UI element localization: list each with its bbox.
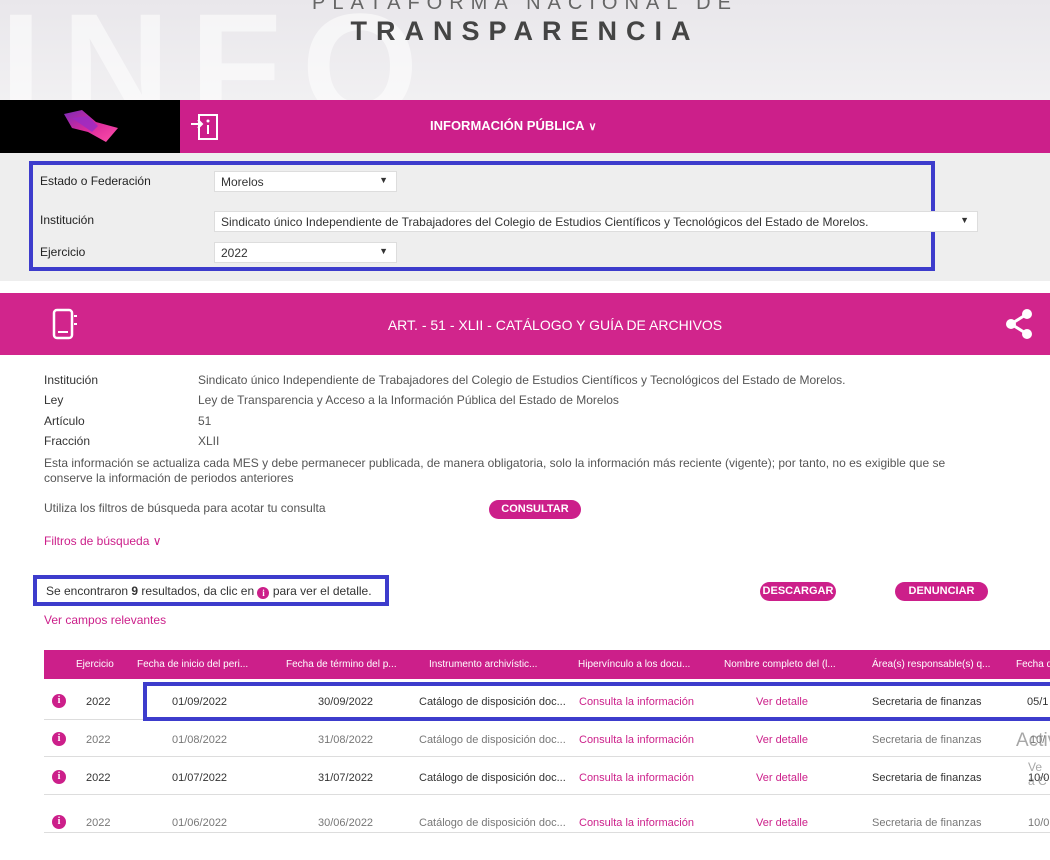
column-header-area[interactable]: Área(s) responsable(s) q...	[872, 659, 990, 670]
column-header-instrumento[interactable]: Instrumento archivístic...	[429, 659, 537, 670]
consultar-button[interactable]: CONSULTAR	[489, 500, 581, 519]
top-navbar: INFORMACIÓN PÚBLICA ∨	[0, 100, 1050, 153]
institucion-select[interactable]: Sindicato único Independiente de Trabaja…	[214, 211, 978, 232]
institucion-label: Institución	[40, 213, 95, 227]
activation-watermark-subtext: Ve a C	[1028, 760, 1047, 788]
cell-ver-detalle-link[interactable]: Ver detalle	[756, 817, 808, 829]
results-prefix: Se encontraron	[46, 584, 132, 598]
update-notice: Esta información se actualiza cada MES y…	[44, 456, 946, 485]
denunciar-button[interactable]: DENUNCIAR	[895, 582, 988, 601]
cell-fecha-inicio: 01/07/2022	[172, 772, 228, 784]
cell-instrumento: Catálogo de disposición doc...	[419, 817, 566, 829]
detail-institucion-value: Sindicato único Independiente de Trabaja…	[198, 373, 846, 387]
results-suffix: para ver el detalle.	[269, 584, 372, 598]
cell-area: Secretaria de finanzas	[872, 817, 982, 829]
activation-watermark: Activ	[1016, 730, 1050, 751]
ejercicio-label: Ejercicio	[40, 245, 86, 259]
estado-select[interactable]: Morelos ▼	[214, 171, 397, 192]
cell-hipervinculo-link[interactable]: Consulta la información	[579, 817, 694, 829]
cell-ejercicio: 2022	[86, 772, 111, 784]
detail-articulo-key: Artículo	[44, 414, 85, 428]
column-header-nombre[interactable]: Nombre completo del (l...	[724, 659, 836, 670]
platform-logo[interactable]	[0, 100, 180, 153]
institucion-value: Sindicato único Independiente de Trabaja…	[221, 215, 869, 229]
detail-articulo-value: 51	[198, 414, 212, 428]
info-icon: i	[257, 587, 270, 599]
column-header-fecha-termino[interactable]: Fecha de término del p...	[286, 659, 397, 670]
cell-area: Secretaria de finanzas	[872, 772, 982, 784]
cell-fecha: 10/0	[1028, 817, 1050, 829]
cell-ejercicio: 2022	[86, 817, 111, 829]
share-icon[interactable]	[1004, 308, 1034, 340]
detail-ley-key: Ley	[44, 393, 64, 407]
cell-ver-detalle-link[interactable]: Ver detalle	[756, 734, 808, 746]
menu-label: INFORMACIÓN PÚBLICA	[430, 118, 585, 133]
dropdown-arrow-icon: ▼	[379, 175, 388, 185]
estado-label: Estado o Federación	[40, 174, 151, 188]
estado-value: Morelos	[221, 175, 264, 189]
cell-area: Secretaria de finanzas	[872, 734, 982, 746]
cell-instrumento: Catálogo de disposición doc...	[419, 734, 566, 746]
cell-instrumento: Catálogo de disposición doc...	[419, 772, 566, 784]
ejercicio-select[interactable]: 2022 ▼	[214, 242, 397, 263]
info-icon[interactable]: i	[52, 770, 66, 784]
hero-banner: INFO PLATAFORMA NACIONAL DE TRANSPARENCI…	[0, 0, 1050, 100]
cell-hipervinculo-link[interactable]: Consulta la información	[579, 772, 694, 784]
detail-ley-value: Ley de Transparencia y Acceso a la Infor…	[198, 393, 619, 407]
info-icon[interactable]: i	[52, 815, 66, 829]
detail-institucion-key: Institución	[44, 373, 99, 387]
detail-fraccion-value: XLII	[198, 434, 220, 448]
hero-background-text: INFO	[0, 0, 439, 100]
hero-subtitle: PLATAFORMA NACIONAL DE	[312, 0, 738, 14]
info-icon[interactable]: i	[52, 732, 66, 746]
menu-informacion-publica[interactable]: INFORMACIÓN PÚBLICA ∨	[430, 118, 597, 133]
filtros-label: Filtros de búsqueda	[44, 534, 150, 548]
filtros-busqueda-link[interactable]: Filtros de búsqueda ∨	[44, 534, 162, 548]
section-title: ART. - 51 - XLII - CATÁLOGO Y GUÍA DE AR…	[387, 317, 723, 333]
cell-fecha-termino: 30/06/2022	[318, 817, 374, 829]
chevron-down-icon: ∨	[588, 121, 597, 133]
hero-title: TRANSPARENCIA	[350, 16, 700, 46]
column-header-fecha[interactable]: Fecha d	[1016, 659, 1050, 670]
search-hint: Utiliza los filtros de búsqueda para aco…	[44, 501, 326, 515]
column-header-ejercicio[interactable]: Ejercicio	[76, 659, 114, 670]
cell-fecha-termino: 31/08/2022	[318, 734, 374, 746]
dropdown-arrow-icon: ▼	[960, 215, 969, 225]
column-header-hipervinculo[interactable]: Hipervínculo a los docu...	[578, 659, 690, 670]
dropdown-arrow-icon: ▼	[379, 246, 388, 256]
ejercicio-value: 2022	[221, 246, 248, 260]
cell-ver-detalle-link[interactable]: Ver detalle	[756, 772, 808, 784]
cell-fecha-inicio: 01/06/2022	[172, 817, 228, 829]
detail-fraccion-key: Fracción	[44, 434, 91, 448]
highlight-box-row	[143, 682, 1050, 721]
cell-ejercicio: 2022	[86, 734, 111, 746]
descargar-button[interactable]: DESCARGAR	[760, 582, 836, 601]
cell-ejercicio: 2022	[86, 696, 111, 708]
cell-fecha-termino: 31/07/2022	[318, 772, 374, 784]
info-icon[interactable]: i	[52, 694, 66, 708]
logo-icon	[64, 110, 118, 142]
cell-fecha-inicio: 01/08/2022	[172, 734, 228, 746]
results-summary: Se encontraron 9 resultados, da clic en …	[46, 584, 372, 599]
column-header-fecha-inicio[interactable]: Fecha de inicio del peri...	[137, 659, 248, 670]
login-icon[interactable]	[190, 112, 220, 142]
cell-hipervinculo-link[interactable]: Consulta la información	[579, 734, 694, 746]
ver-campos-link[interactable]: Ver campos relevantes	[44, 613, 166, 627]
chevron-down-icon: ∨	[152, 534, 162, 548]
results-middle: resultados, da clic en	[138, 584, 258, 598]
